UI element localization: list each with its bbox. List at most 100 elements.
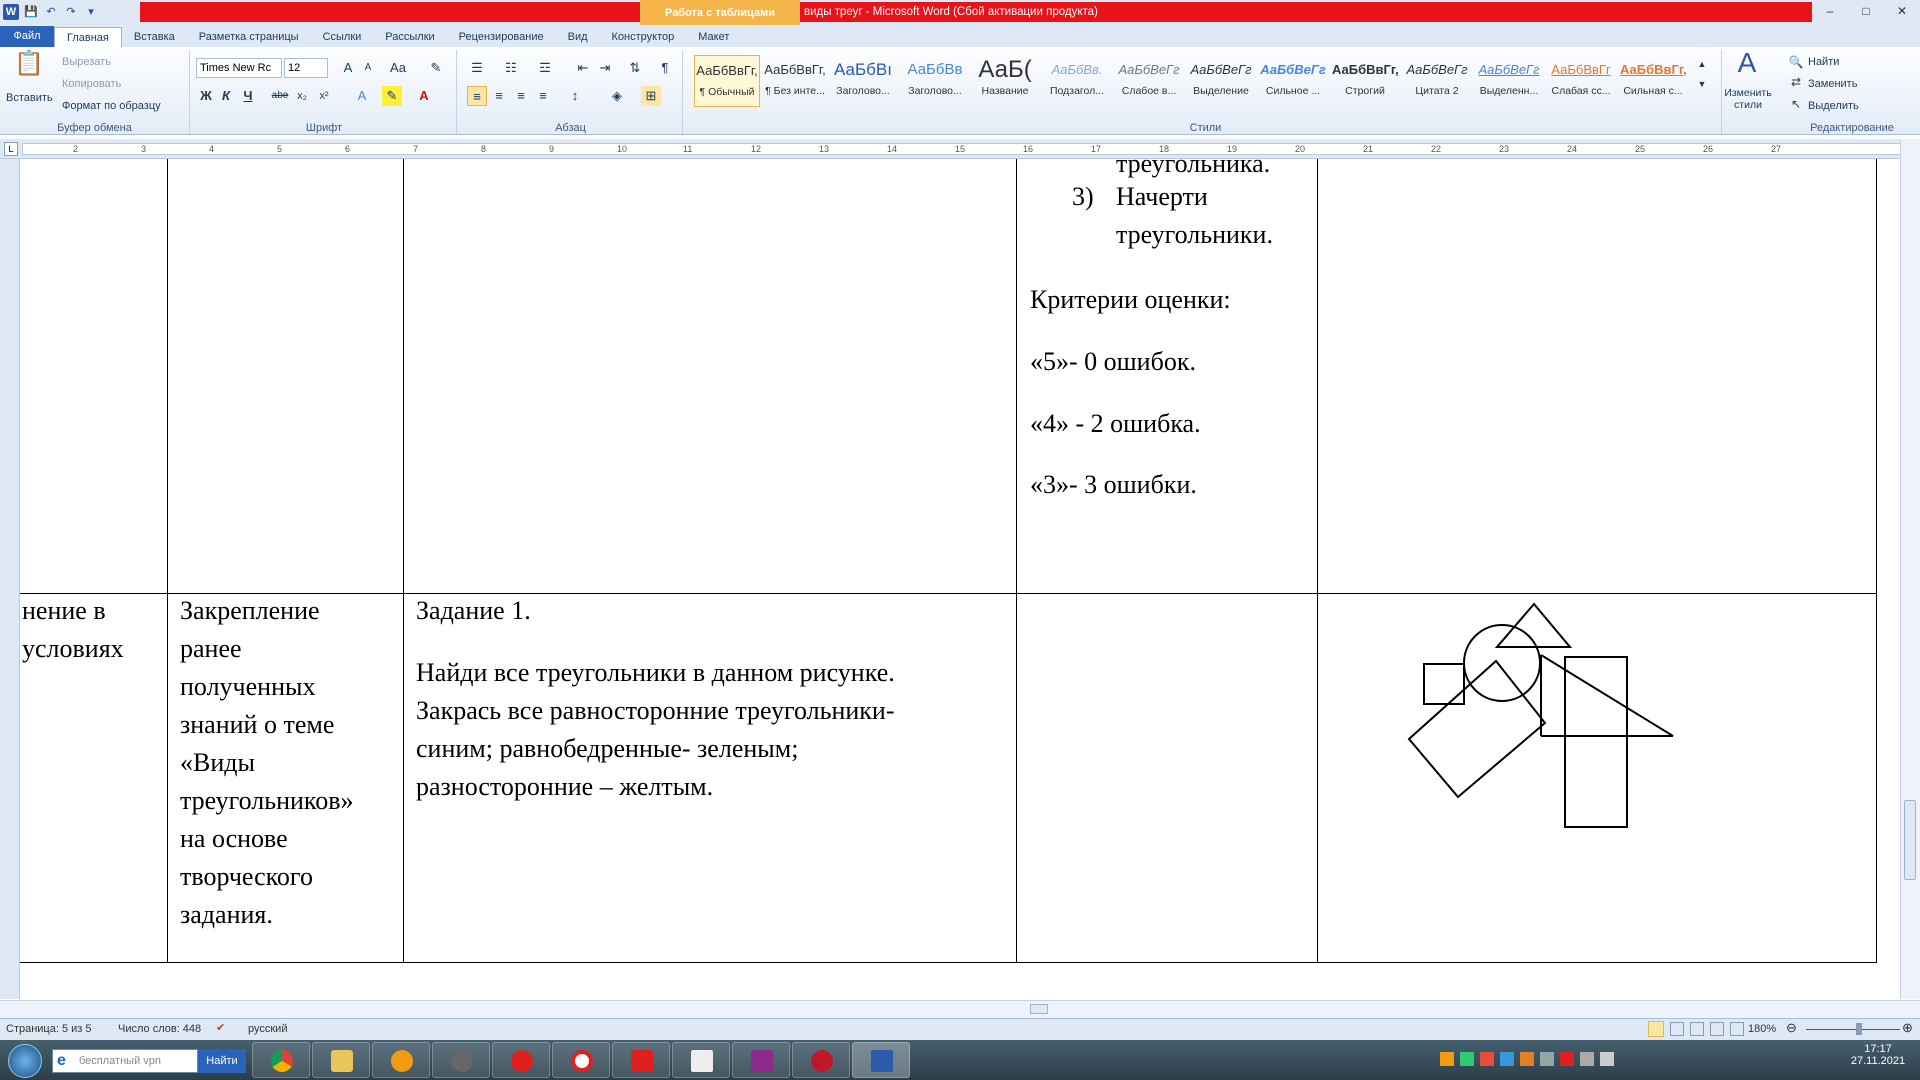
multilevel-list-icon[interactable]: ☲ bbox=[535, 58, 555, 78]
style-intense-reference[interactable]: АаБбВвГг, Сильная с... bbox=[1620, 55, 1686, 107]
change-case-icon[interactable]: Aa bbox=[388, 58, 408, 78]
style-subtle-reference[interactable]: АаБбВвГг Слабая сс... bbox=[1548, 55, 1614, 107]
cut-button[interactable]: Вырезать bbox=[62, 56, 111, 68]
find-button[interactable]: Найти bbox=[1808, 56, 1839, 68]
word-icon[interactable]: W bbox=[3, 4, 19, 20]
tray-icon[interactable] bbox=[1440, 1052, 1454, 1066]
save-icon[interactable]: 💾 bbox=[23, 4, 39, 20]
underline-button[interactable]: Ч bbox=[238, 86, 258, 106]
change-styles-icon[interactable]: A bbox=[1732, 49, 1762, 83]
taskbar-app-yandex[interactable] bbox=[612, 1042, 670, 1078]
taskbar-app-notes[interactable] bbox=[672, 1042, 730, 1078]
shading-icon[interactable]: ◈ bbox=[607, 86, 627, 106]
grow-font-icon[interactable]: A bbox=[338, 58, 358, 78]
style-quote-2[interactable]: АаБбВеГг Цитата 2 bbox=[1404, 55, 1470, 107]
tray-icon[interactable] bbox=[1560, 1052, 1574, 1066]
search-bar[interactable]: e бесплатный vpn bbox=[52, 1049, 198, 1073]
language[interactable]: русский bbox=[248, 1023, 287, 1035]
highlight-icon[interactable]: ✎ bbox=[382, 86, 402, 106]
style-intense-emphasis[interactable]: АаБбВеГг Сильное ... bbox=[1260, 55, 1326, 107]
vertical-scroll-thumb[interactable] bbox=[1904, 800, 1916, 880]
style-heading-1[interactable]: АаБбВı Заголово... bbox=[830, 55, 896, 107]
taskbar-app-media[interactable] bbox=[432, 1042, 490, 1078]
style-no-spacing[interactable]: АаБбВвГг, ¶ Без инте... bbox=[762, 55, 828, 107]
sort-icon[interactable]: ⇅ bbox=[625, 58, 645, 78]
taskbar-app-explorer[interactable] bbox=[312, 1042, 370, 1078]
tab-layout[interactable]: Макет bbox=[686, 27, 741, 47]
zoom-out-icon[interactable]: ⊖ bbox=[1786, 1020, 1797, 1036]
redo-icon[interactable]: ↷ bbox=[63, 4, 79, 20]
horizontal-scrollbar[interactable] bbox=[0, 1000, 1920, 1018]
tab-design[interactable]: Конструктор bbox=[600, 27, 687, 47]
undo-icon[interactable]: ↶ bbox=[43, 4, 59, 20]
style-subtle-emphasis[interactable]: АаБбВеГг Слабое в... bbox=[1116, 55, 1182, 107]
styles-scroll-down-icon[interactable]: ▼ bbox=[1692, 74, 1712, 94]
increase-indent-icon[interactable]: ⇥ bbox=[595, 58, 615, 78]
taskbar-app-word[interactable] bbox=[852, 1042, 910, 1078]
align-right-icon[interactable]: ≡ bbox=[511, 86, 531, 106]
shapes-figure[interactable] bbox=[1400, 599, 1740, 839]
page-count[interactable]: Страница: 5 из 5 bbox=[6, 1023, 92, 1035]
taskbar-app-chrome[interactable] bbox=[252, 1042, 310, 1078]
reading-view-icon[interactable] bbox=[1670, 1022, 1684, 1036]
italic-button[interactable]: К bbox=[216, 86, 236, 106]
maximize-button[interactable]: □ bbox=[1848, 0, 1884, 22]
search-input[interactable]: бесплатный vpn bbox=[79, 1055, 161, 1067]
select-button[interactable]: Выделить bbox=[1808, 100, 1859, 112]
taskbar-app-browser[interactable] bbox=[372, 1042, 430, 1078]
borders-icon[interactable]: ⊞ bbox=[641, 86, 661, 106]
tab-file[interactable]: Файл bbox=[0, 26, 54, 47]
paste-icon[interactable]: 📋 bbox=[14, 52, 44, 86]
replace-button[interactable]: Заменить bbox=[1808, 78, 1857, 90]
taskbar-app-winrar[interactable] bbox=[732, 1042, 790, 1078]
word-count[interactable]: Число слов: 448 bbox=[118, 1023, 201, 1035]
tray-icon[interactable] bbox=[1500, 1052, 1514, 1066]
network-icon[interactable] bbox=[1580, 1052, 1594, 1066]
bullets-icon[interactable]: ☰ bbox=[467, 58, 487, 78]
search-submit-button[interactable]: Найти bbox=[198, 1049, 246, 1073]
bold-button[interactable]: Ж bbox=[196, 86, 216, 106]
draft-view-icon[interactable] bbox=[1730, 1022, 1744, 1036]
horizontal-scroll-thumb[interactable] bbox=[1030, 1004, 1048, 1014]
decrease-indent-icon[interactable]: ⇤ bbox=[573, 58, 593, 78]
zoom-slider[interactable] bbox=[1806, 1029, 1900, 1030]
shrink-font-icon[interactable]: A bbox=[358, 58, 378, 78]
start-button[interactable] bbox=[8, 1044, 42, 1078]
document-page[interactable]: треугольника. 3) Начерти треугольники. К… bbox=[20, 159, 1900, 999]
zoom-level[interactable]: 180% bbox=[1748, 1023, 1776, 1035]
change-styles-button[interactable]: Изменить стили bbox=[1722, 87, 1774, 111]
zoom-in-icon[interactable]: ⊕ bbox=[1902, 1020, 1913, 1036]
show-marks-icon[interactable]: ¶ bbox=[655, 58, 675, 78]
line-spacing-icon[interactable]: ↕ bbox=[565, 86, 585, 106]
print-layout-view-icon[interactable] bbox=[1648, 1021, 1664, 1037]
web-view-icon[interactable] bbox=[1690, 1022, 1704, 1036]
style-title[interactable]: АаБ(Название bbox=[972, 55, 1038, 107]
minimize-button[interactable]: – bbox=[1812, 0, 1848, 22]
taskbar-app-opera[interactable] bbox=[492, 1042, 550, 1078]
style-heading-2[interactable]: АаБбВв Заголово... bbox=[902, 55, 968, 107]
tab-mailings[interactable]: Рассылки bbox=[373, 27, 446, 47]
style-intense-quote[interactable]: АаБбВеГг Выделенн... bbox=[1476, 55, 1542, 107]
tab-view[interactable]: Вид bbox=[556, 27, 600, 47]
tab-home[interactable]: Главная bbox=[54, 27, 122, 47]
taskbar-app-opera-2[interactable] bbox=[792, 1042, 850, 1078]
justify-icon[interactable]: ≡ bbox=[533, 86, 553, 106]
style-strong[interactable]: АаБбВвГг, Строгий bbox=[1332, 55, 1398, 107]
subscript-button[interactable]: x₂ bbox=[292, 86, 312, 106]
volume-icon[interactable] bbox=[1600, 1052, 1614, 1066]
styles-scroll-up-icon[interactable]: ▲ bbox=[1692, 54, 1712, 74]
font-size-combo[interactable]: 12 bbox=[284, 58, 328, 78]
align-left-icon[interactable]: ≡ bbox=[467, 86, 487, 106]
clock[interactable]: 17:17 27.11.2021 bbox=[1848, 1043, 1908, 1067]
proofing-icon[interactable]: ✔ bbox=[216, 1021, 225, 1034]
customize-qat-icon[interactable]: ▾ bbox=[83, 4, 99, 20]
align-center-icon[interactable]: ≡ bbox=[489, 86, 509, 106]
clear-format-icon[interactable]: ✎ bbox=[426, 58, 446, 78]
tray-icon[interactable] bbox=[1460, 1052, 1474, 1066]
style-subtitle[interactable]: АаБбВв. Подзагол... bbox=[1044, 55, 1110, 107]
style-emphasis[interactable]: АаБбВеГг Выделение bbox=[1188, 55, 1254, 107]
copy-button[interactable]: Копировать bbox=[62, 78, 121, 90]
strikethrough-button[interactable]: abe bbox=[270, 86, 290, 106]
tab-review[interactable]: Рецензирование bbox=[447, 27, 556, 47]
tray-icon[interactable] bbox=[1520, 1052, 1534, 1066]
